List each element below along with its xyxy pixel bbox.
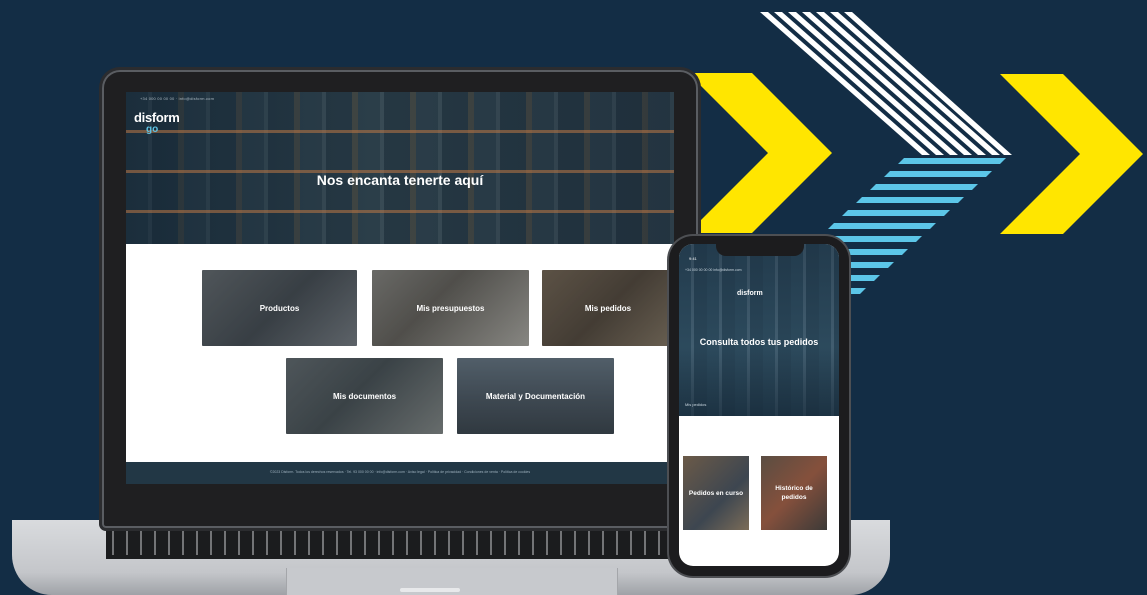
tile-pedidos-en-curso[interactable]: Pedidos en curso (683, 456, 749, 530)
phone-logo[interactable]: disform (737, 290, 763, 297)
tile-label: Material y Documentación (485, 391, 586, 401)
phone-section-label[interactable]: Mis pedidos (685, 402, 706, 407)
shelf-line (126, 210, 674, 213)
laptop-screen: +34 000 00 00 00 · info@disform.com disf… (126, 92, 674, 484)
phone-screen: 9:41 +34 000 00 00 00 info@disform.com d… (679, 244, 839, 566)
top-contact-bar[interactable]: +34 000 00 00 00 · info@disform.com (140, 96, 214, 101)
site-footer: ©2023 Disform. Todos los derechos reserv… (126, 462, 674, 484)
hero-banner: +34 000 00 00 00 · info@disform.com disf… (126, 92, 674, 244)
tile-label: Productos (259, 303, 300, 313)
logo-sub: go (146, 124, 159, 135)
tile-label: Histórico de pedidos (775, 485, 813, 501)
tile-historico-pedidos[interactable]: Histórico de pedidos (761, 456, 827, 530)
tile-mis-presupuestos[interactable]: Mis presupuestos (372, 270, 529, 346)
phone-hero-title: Consulta todos tus pedidos (699, 337, 819, 347)
phone-hero: 9:41 +34 000 00 00 00 info@disform.com d… (679, 244, 839, 416)
tile-label: Mis documentos (332, 391, 397, 401)
phone-topbar[interactable]: +34 000 00 00 00 info@disform.com (685, 268, 742, 272)
phone-notch (716, 242, 804, 256)
phone-time: 9:41 (689, 256, 697, 261)
yellow-chevron-left (688, 73, 832, 233)
tile-label: Pedidos en curso (688, 489, 744, 497)
footer-text: ©2023 Disform. Todos los derechos reserv… (269, 470, 531, 474)
shelf-line (126, 130, 674, 133)
laptop-keys (112, 527, 700, 555)
tile-mis-documentos[interactable]: Mis documentos (286, 358, 443, 434)
white-stripes-chevron (760, 12, 1012, 155)
yellow-chevron-right (1000, 74, 1143, 234)
hero-title: Nos encanta tenerte aquí (316, 172, 484, 188)
tile-label: Mis presupuestos (416, 303, 485, 313)
tile-mis-pedidos[interactable]: Mis pedidos (542, 270, 674, 346)
logo[interactable]: disform (134, 110, 180, 125)
tile-label: Mis pedidos (584, 303, 632, 313)
tile-material-documentacion[interactable]: Material y Documentación (457, 358, 614, 434)
tile-productos[interactable]: Productos (202, 270, 357, 346)
laptop-base-notch (400, 588, 460, 592)
